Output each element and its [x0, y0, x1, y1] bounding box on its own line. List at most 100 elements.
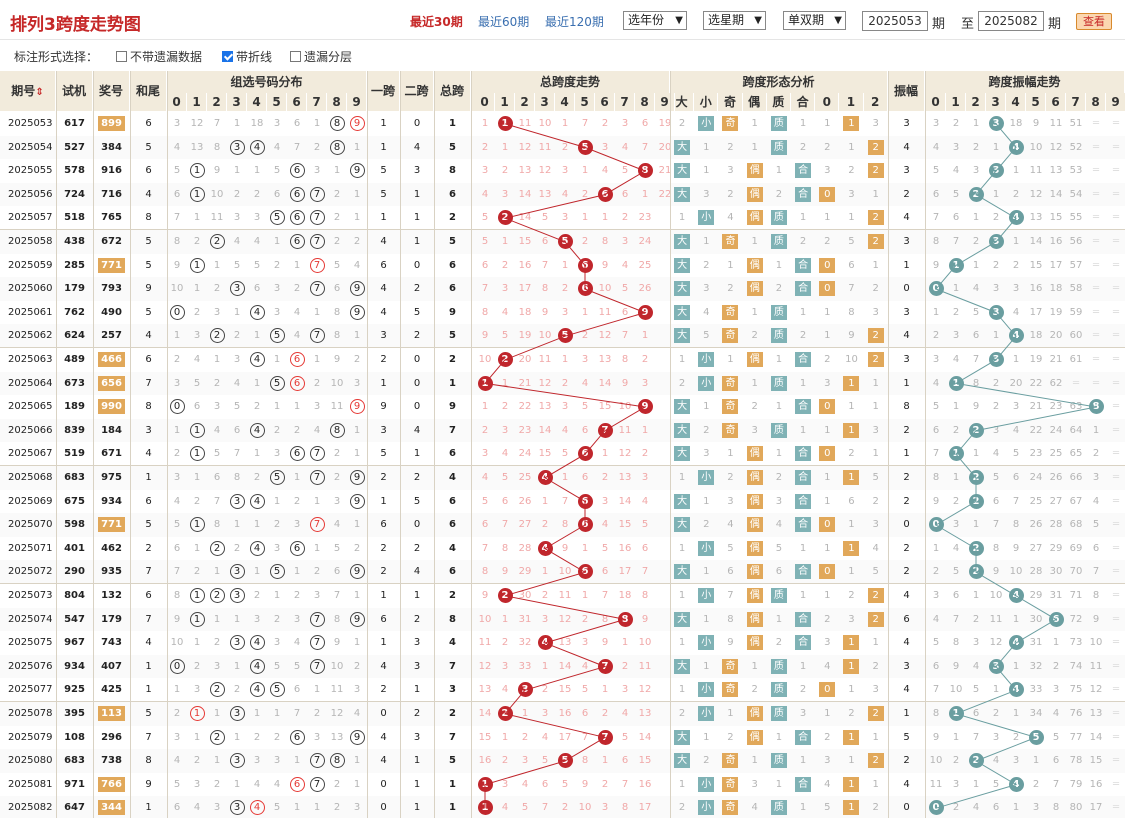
amp-trend-cell: 8	[926, 702, 946, 725]
trend-cell: 8	[635, 584, 655, 607]
trend-cell: 12	[535, 159, 555, 182]
shape-cell: 偶	[743, 466, 767, 489]
link-recent-30[interactable]: 最近30期	[410, 13, 463, 30]
sum-tail: 8	[145, 401, 152, 413]
group-value: 10	[210, 188, 224, 200]
shape-cell: 小	[694, 348, 718, 371]
trend-cell: 7	[615, 773, 635, 796]
amp-trend-cell: ═	[1106, 372, 1125, 395]
group-cell: 1	[207, 254, 227, 277]
amp-miss: 24	[1029, 472, 1043, 483]
sum-tail: 6	[145, 165, 152, 177]
shape-cell: 质	[767, 136, 791, 159]
amp-trend-cell: 9	[966, 395, 986, 418]
shape-miss: 4	[727, 212, 734, 224]
amp-ball: 3	[988, 234, 1004, 249]
trend-cell: 1	[475, 112, 495, 135]
shape-miss: 1	[751, 118, 758, 129]
trend-miss: 5	[481, 236, 489, 247]
checkbox-icon[interactable]	[290, 51, 301, 62]
group-value: 9	[213, 165, 221, 177]
sum-tail: 8	[145, 212, 152, 224]
group-value: 2	[193, 660, 201, 672]
amp-trend-cell: 2	[966, 608, 986, 631]
amp-trend-cell: 20	[1006, 372, 1026, 395]
option-no-omission[interactable]: 不带遗漏数据	[116, 48, 202, 65]
to-issue-input[interactable]: 2025082	[978, 11, 1044, 31]
trend-cell: 2	[495, 159, 515, 182]
trend-miss: 6	[621, 755, 629, 767]
trend-cell: 7	[575, 112, 595, 135]
shape-tag: 奇	[722, 328, 739, 344]
amp-trend-cell: 5	[946, 560, 966, 583]
group-cell: 2	[287, 419, 307, 442]
amp-trend-cell: 1	[966, 206, 986, 229]
trend-cell: 1	[495, 136, 515, 159]
trend-miss: 6	[541, 778, 549, 790]
trend-digit-7: 7	[615, 93, 635, 111]
year-select[interactable]: 选年份 ▼	[623, 11, 687, 30]
group-cell: 9	[327, 631, 347, 654]
sort-icon[interactable]: ⇕	[35, 87, 43, 98]
shape-cell: 1	[815, 702, 839, 725]
trial-number: 527	[64, 141, 85, 153]
trend-miss: 7	[641, 141, 649, 153]
weekday-select[interactable]: 选星期 ▼	[703, 11, 766, 30]
group-cell: 1	[287, 395, 307, 418]
trend-miss: 1	[621, 637, 629, 649]
amp-trend-cell: 0	[926, 513, 946, 536]
group-cell: 8	[227, 466, 247, 489]
link-recent-60[interactable]: 最近60期	[478, 13, 529, 30]
checkbox-checked-icon[interactable]	[222, 51, 233, 62]
trend-cell: 3	[475, 159, 495, 182]
trend-cell: 9	[475, 584, 495, 607]
amp-trend-cell: 31	[1046, 584, 1066, 607]
group-value: 7	[309, 186, 325, 202]
shape-cell: 1	[670, 206, 694, 229]
shape-sub-0: 大	[670, 93, 695, 111]
header-issue[interactable]: 期号⇕	[0, 71, 56, 111]
group-value: 1	[193, 472, 201, 483]
amplitude-value: 2	[903, 495, 910, 507]
amp-miss: ═	[1112, 542, 1120, 554]
link-recent-120[interactable]: 最近120期	[545, 13, 604, 30]
amp-ball: 3	[988, 163, 1004, 179]
sum-tail: 5	[145, 708, 152, 719]
query-button[interactable]: 查看	[1076, 13, 1112, 30]
amp-trend-cell: 2	[966, 466, 986, 489]
from-issue-input[interactable]: 2025053	[862, 11, 928, 31]
shape-miss: 2	[872, 283, 879, 295]
group-value: 5	[173, 778, 181, 790]
shape-tag: 偶	[746, 493, 763, 509]
span2-value: 2	[413, 708, 421, 719]
trial-number: 971	[64, 778, 85, 790]
amp-trend-cell: 13	[1046, 159, 1066, 182]
group-cell: 3	[247, 608, 267, 631]
span2-value: 1	[413, 590, 421, 601]
trend-miss: 1	[641, 424, 649, 436]
total-span-value: 1	[449, 377, 456, 389]
amp-miss: 8	[932, 708, 940, 719]
group-cell: 1	[227, 726, 247, 749]
amp-trend-cell: 8	[926, 466, 946, 489]
amp-miss: 7	[932, 448, 940, 460]
group-cell: 2	[267, 726, 287, 749]
trend-cell: 2	[495, 749, 515, 772]
amp-trend-cell: 6	[966, 324, 986, 347]
amp-miss: 10	[949, 684, 963, 696]
amp-trend-cell: 15	[1026, 254, 1046, 277]
group-value: 1	[193, 542, 201, 554]
option-with-line[interactable]: 带折线	[222, 48, 272, 65]
oddeven-select[interactable]: 单双期 ▼	[783, 11, 846, 30]
group-value: 4	[333, 519, 341, 531]
amp-miss: 10	[929, 755, 943, 767]
table-row: 2025063 489 466 6 2 4 1 3 4 1 6 1 9 2 2 0 2 10 2 20 11 1 3 13 8 2…	[0, 348, 1125, 372]
group-cell: 2	[227, 678, 247, 701]
trend-cell: 1	[475, 796, 495, 818]
group-value: 1	[293, 566, 301, 578]
checkbox-icon[interactable]	[116, 51, 127, 62]
trial-number: 683	[64, 755, 85, 767]
group-value: 4	[249, 304, 265, 320]
option-layered[interactable]: 遗漏分层	[290, 48, 352, 65]
group-value: 3	[193, 330, 201, 342]
